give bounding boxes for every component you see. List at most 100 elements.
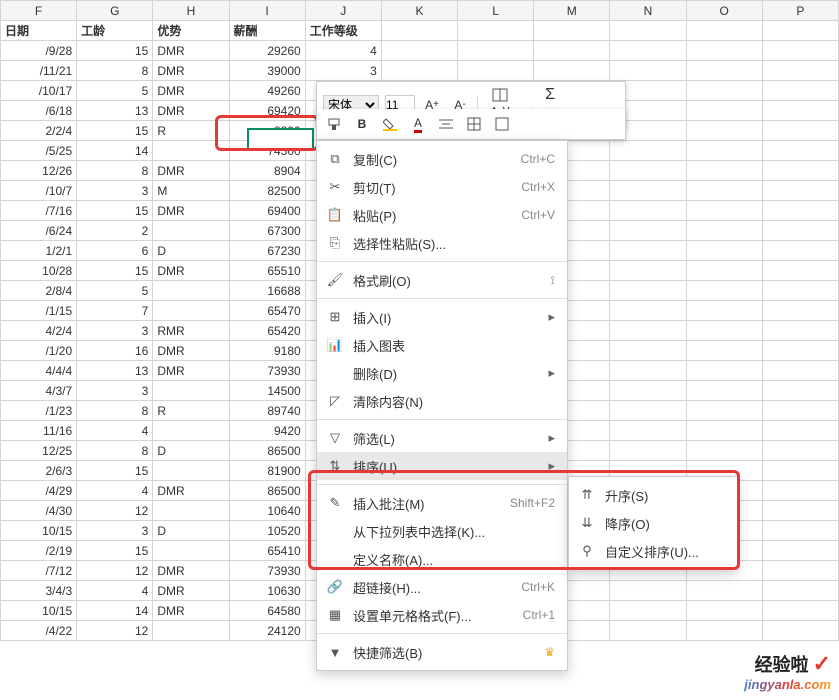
menu-sort[interactable]: ⇅排序(U)▸ — [317, 452, 567, 480]
cell[interactable]: 16 — [77, 341, 153, 361]
cell[interactable] — [762, 401, 838, 421]
cell[interactable] — [153, 381, 229, 401]
cell[interactable] — [686, 81, 762, 101]
cell[interactable]: 65410 — [229, 541, 305, 561]
cell[interactable] — [762, 581, 838, 601]
cell[interactable] — [686, 441, 762, 461]
cell[interactable] — [610, 621, 686, 641]
cell[interactable]: 89740 — [229, 401, 305, 421]
cell[interactable]: 3/4/3 — [1, 581, 77, 601]
cell[interactable] — [762, 381, 838, 401]
cell[interactable] — [153, 421, 229, 441]
cell[interactable]: DMR — [153, 341, 229, 361]
submenu-desc[interactable]: ⇊降序(O) — [569, 509, 737, 537]
cell[interactable]: 73930 — [229, 361, 305, 381]
cell[interactable]: 69420 — [229, 101, 305, 121]
border-icon[interactable] — [463, 113, 485, 135]
cell[interactable] — [534, 61, 610, 81]
cell[interactable]: 86500 — [229, 441, 305, 461]
cell[interactable]: /10/7 — [1, 181, 77, 201]
menu-comment[interactable]: ✎插入批注(M)Shift+F2 — [317, 489, 567, 517]
cell[interactable]: DMR — [153, 481, 229, 501]
cell[interactable] — [762, 221, 838, 241]
cell[interactable] — [686, 401, 762, 421]
cell[interactable]: DMR — [153, 261, 229, 281]
menu-copy[interactable]: ⧉复制(C)Ctrl+C — [317, 145, 567, 173]
cell[interactable] — [534, 41, 610, 61]
cell[interactable] — [610, 201, 686, 221]
cell[interactable]: 12/25 — [1, 441, 77, 461]
cell[interactable]: 12/26 — [1, 161, 77, 181]
cell[interactable] — [153, 281, 229, 301]
cell[interactable]: 11/16 — [1, 421, 77, 441]
cell[interactable] — [610, 301, 686, 321]
header-cell[interactable] — [686, 21, 762, 41]
cell[interactable]: 10520 — [229, 521, 305, 541]
cell[interactable] — [686, 301, 762, 321]
cell[interactable]: 81900 — [229, 461, 305, 481]
cell[interactable]: 4 — [77, 481, 153, 501]
cell[interactable]: 10/15 — [1, 521, 77, 541]
cell[interactable] — [762, 121, 838, 141]
cell[interactable]: 12 — [77, 621, 153, 641]
cell[interactable]: 8904 — [229, 161, 305, 181]
cell[interactable] — [610, 361, 686, 381]
cell[interactable] — [686, 161, 762, 181]
fill-color-icon[interactable] — [379, 113, 401, 135]
cell[interactable] — [153, 501, 229, 521]
cell[interactable]: 10/28 — [1, 261, 77, 281]
menu-insert[interactable]: ⊞插入(I)▸ — [317, 303, 567, 331]
col-header-P[interactable]: P — [762, 1, 838, 21]
cell[interactable] — [762, 261, 838, 281]
cell[interactable]: /5/25 — [1, 141, 77, 161]
cell[interactable] — [610, 401, 686, 421]
menu-filter[interactable]: ▽筛选(L)▸ — [317, 424, 567, 452]
cell[interactable]: 65420 — [229, 321, 305, 341]
cell[interactable] — [458, 61, 534, 81]
cell[interactable]: 49260 — [229, 81, 305, 101]
submenu-custom[interactable]: ⚲自定义排序(U)... — [569, 537, 737, 565]
cell[interactable]: 2/6/3 — [1, 461, 77, 481]
cell[interactable] — [762, 601, 838, 621]
cell[interactable] — [686, 281, 762, 301]
cell[interactable] — [762, 301, 838, 321]
cell[interactable]: 8 — [77, 161, 153, 181]
cell[interactable] — [762, 481, 838, 501]
cell[interactable]: 14500 — [229, 381, 305, 401]
cell[interactable]: 65470 — [229, 301, 305, 321]
col-header-H[interactable]: H — [153, 1, 229, 21]
cell[interactable]: /1/23 — [1, 401, 77, 421]
menu-quick-filter[interactable]: ▼快捷筛选(B)♛ — [317, 638, 567, 666]
cell[interactable] — [153, 541, 229, 561]
col-header-I[interactable]: I — [229, 1, 305, 21]
cell[interactable]: 9420 — [229, 421, 305, 441]
cell[interactable]: 15 — [77, 541, 153, 561]
cell[interactable] — [762, 461, 838, 481]
cell[interactable] — [762, 341, 838, 361]
cell[interactable]: 15 — [77, 461, 153, 481]
cell[interactable]: 4/2/4 — [1, 321, 77, 341]
cell[interactable]: 64580 — [229, 601, 305, 621]
cell[interactable] — [610, 221, 686, 241]
cell[interactable]: 10/15 — [1, 601, 77, 621]
cell[interactable]: DMR — [153, 361, 229, 381]
menu-cut[interactable]: ✂剪切(T)Ctrl+X — [317, 173, 567, 201]
cell[interactable]: /7/16 — [1, 201, 77, 221]
cell[interactable] — [381, 61, 457, 81]
cell[interactable]: 2 — [77, 221, 153, 241]
menu-delete[interactable]: 删除(D)▸ — [317, 359, 567, 387]
cell[interactable]: 29260 — [229, 41, 305, 61]
cell[interactable]: 12 — [77, 501, 153, 521]
cell[interactable] — [686, 321, 762, 341]
cell[interactable] — [762, 521, 838, 541]
cell[interactable]: 4 — [77, 581, 153, 601]
header-cell[interactable]: 工龄 — [77, 21, 153, 41]
align-icon[interactable] — [435, 113, 457, 135]
cell[interactable] — [762, 141, 838, 161]
header-cell[interactable] — [762, 21, 838, 41]
cell[interactable] — [762, 421, 838, 441]
cell[interactable]: /4/29 — [1, 481, 77, 501]
col-header-L[interactable]: L — [458, 1, 534, 21]
cell[interactable]: 3 — [77, 521, 153, 541]
col-header-J[interactable]: J — [305, 1, 381, 21]
